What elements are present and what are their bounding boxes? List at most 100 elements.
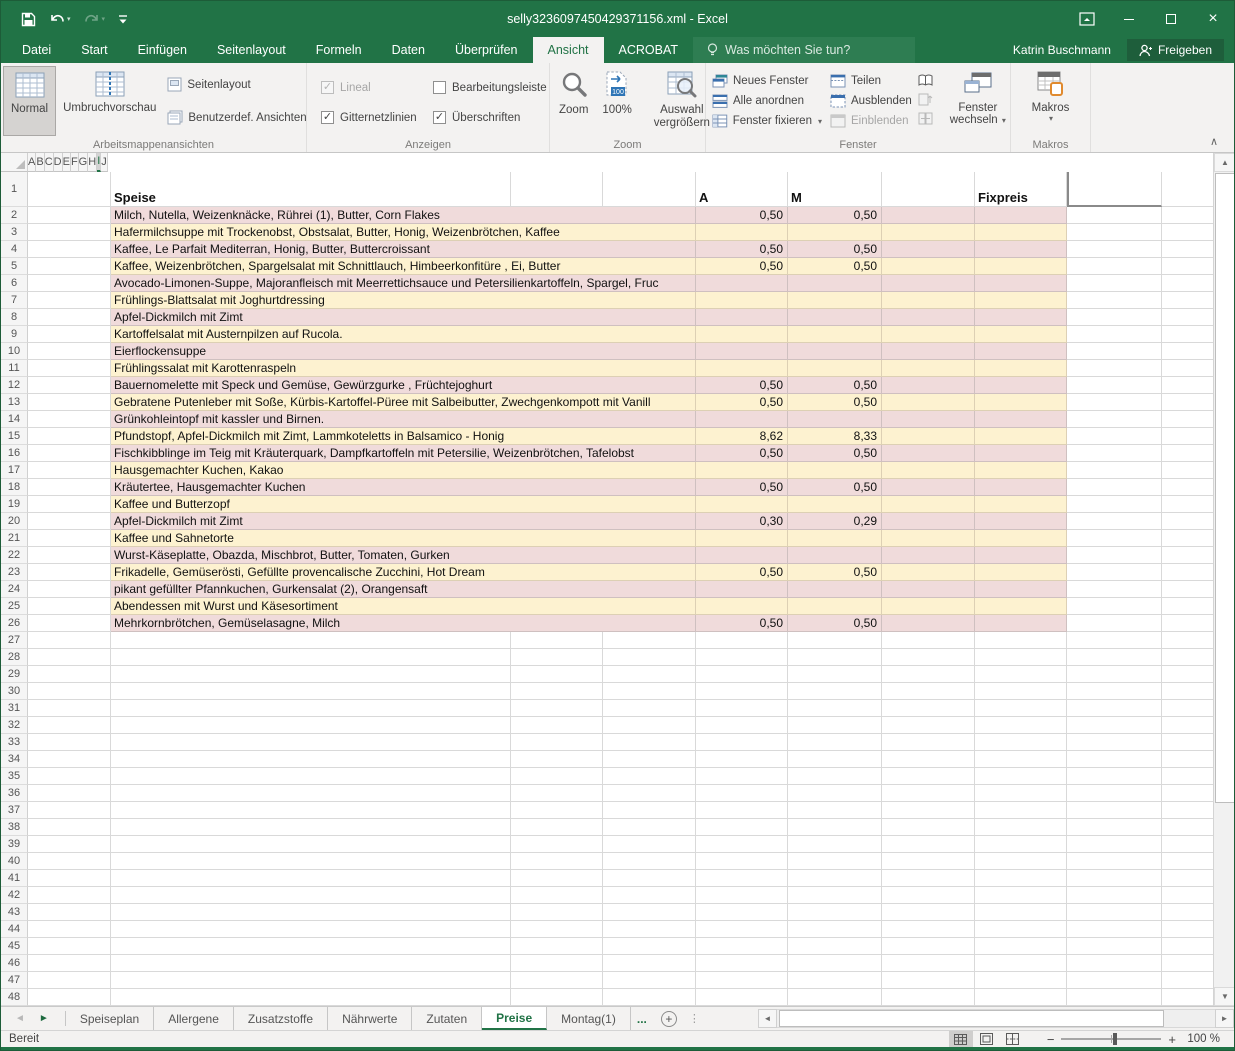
cell-j1[interactable] — [1162, 172, 1213, 207]
cell-col-i[interactable] — [1067, 258, 1162, 275]
price-m-cell[interactable] — [788, 581, 882, 598]
cell-col-i[interactable] — [1067, 377, 1162, 394]
cell-col-a[interactable] — [28, 428, 111, 445]
cell-col-i[interactable] — [1067, 343, 1162, 360]
cell-col-i[interactable] — [1067, 564, 1162, 581]
cell-col-g[interactable] — [882, 581, 975, 598]
cell-col-a[interactable] — [28, 513, 111, 530]
cell-col-j[interactable] — [1162, 258, 1213, 275]
speise-cell[interactable]: Apfel-Dickmilch mit Zimt — [111, 513, 696, 530]
ribbon-tab[interactable]: Ansicht — [533, 37, 604, 63]
fixpreis-cell[interactable] — [975, 428, 1067, 445]
cell-col-i[interactable] — [1067, 275, 1162, 292]
speise-cell[interactable]: Frühlings-Blattsalat mit Joghurtdressing — [111, 292, 696, 309]
cell-col-g[interactable] — [882, 547, 975, 564]
fixpreis-cell[interactable] — [975, 496, 1067, 513]
row-header[interactable]: 46 — [1, 955, 28, 972]
cell-col-j[interactable] — [1162, 224, 1213, 241]
scroll-down-icon[interactable]: ▼ — [1214, 987, 1235, 1006]
cell-col-j[interactable] — [1162, 581, 1213, 598]
row-header[interactable]: 22 — [1, 547, 28, 564]
page-break-preview-button[interactable]: Umbruchvorschau — [56, 66, 163, 136]
price-m-cell[interactable] — [788, 343, 882, 360]
cell-col-a[interactable] — [28, 564, 111, 581]
ribbon-tab[interactable]: ACROBAT — [604, 37, 694, 63]
price-m-cell[interactable]: 0,50 — [788, 615, 882, 632]
close-button[interactable]: × — [1192, 1, 1234, 37]
price-a-cell[interactable]: 0,50 — [696, 207, 788, 224]
ribbon-tab[interactable]: Daten — [377, 37, 440, 63]
price-m-cell[interactable]: 0,50 — [788, 445, 882, 462]
row-header[interactable]: 12 — [1, 377, 28, 394]
fixpreis-cell[interactable] — [975, 343, 1067, 360]
row-header[interactable]: 38 — [1, 819, 28, 836]
price-a-cell[interactable] — [696, 462, 788, 479]
speise-cell[interactable]: Abendessen mit Wurst und Käsesortiment — [111, 598, 696, 615]
cell-col-a[interactable] — [28, 615, 111, 632]
price-a-cell[interactable]: 0,50 — [696, 258, 788, 275]
cell-col-a[interactable] — [28, 258, 111, 275]
cell-col-j[interactable] — [1162, 343, 1213, 360]
price-a-cell[interactable] — [696, 275, 788, 292]
speise-cell[interactable]: Hafermilchsuppe mit Trockenobst, Obstsal… — [111, 224, 696, 241]
ribbon-display-options-button[interactable] — [1066, 1, 1108, 37]
column-header[interactable]: H — [88, 153, 97, 172]
price-m-cell[interactable] — [788, 496, 882, 513]
column-header[interactable]: B — [36, 153, 44, 172]
cell-c1[interactable] — [511, 172, 603, 207]
price-m-cell[interactable] — [788, 530, 882, 547]
new-sheet-button[interactable]: + — [661, 1007, 677, 1030]
row-header[interactable]: 30 — [1, 683, 28, 700]
cell-col-a[interactable] — [28, 224, 111, 241]
formula-bar-checkbox[interactable]: Bearbeitungsleiste — [433, 81, 547, 94]
cell-col-i[interactable] — [1067, 462, 1162, 479]
select-all-corner[interactable] — [1, 153, 28, 172]
macros-button[interactable]: Makros ▾ — [1025, 66, 1077, 136]
scroll-up-icon[interactable]: ▲ — [1214, 153, 1235, 172]
view-side-by-side-icon[interactable] — [918, 74, 933, 87]
row-header[interactable]: 17 — [1, 462, 28, 479]
cell-col-g[interactable] — [882, 411, 975, 428]
cell-col-a[interactable] — [28, 292, 111, 309]
cell-col-g[interactable] — [882, 462, 975, 479]
cell-col-g[interactable] — [882, 496, 975, 513]
normal-view-shortcut[interactable] — [949, 1031, 973, 1047]
save-icon[interactable] — [21, 12, 36, 27]
cell-col-j[interactable] — [1162, 615, 1213, 632]
speise-cell[interactable]: Kaffee, Weizenbrötchen, Spargelsalat mit… — [111, 258, 696, 275]
row-header[interactable]: 4 — [1, 241, 28, 258]
zoom-100-button[interactable]: 100 100% — [595, 66, 638, 136]
price-a-cell[interactable]: 0,50 — [696, 241, 788, 258]
fixpreis-cell[interactable] — [975, 530, 1067, 547]
undo-caret-icon[interactable]: ▾ — [67, 15, 71, 23]
price-m-cell[interactable]: 0,29 — [788, 513, 882, 530]
cell-col-i[interactable] — [1067, 224, 1162, 241]
speise-cell[interactable]: pikant gefüllter Pfannkuchen, Gurkensala… — [111, 581, 696, 598]
cell-col-i[interactable] — [1067, 360, 1162, 377]
customize-qat-button[interactable] — [118, 13, 128, 25]
vertical-scrollbar-thumb[interactable] — [1215, 173, 1235, 803]
cell-col-i[interactable] — [1067, 428, 1162, 445]
cell-col-a[interactable] — [28, 581, 111, 598]
horizontal-scrollbar-thumb[interactable] — [779, 1010, 1164, 1027]
zoom-level[interactable]: 100 % — [1184, 1033, 1220, 1045]
speise-cell[interactable]: Wurst-Käseplatte, Obazda, Mischbrot, But… — [111, 547, 696, 564]
cell-g1[interactable] — [882, 172, 975, 207]
row-header[interactable]: 19 — [1, 496, 28, 513]
more-sheets-indicator[interactable]: ... — [631, 1007, 653, 1030]
maximize-button[interactable] — [1150, 1, 1192, 37]
speise-cell[interactable]: Hausgemachter Kuchen, Kakao — [111, 462, 696, 479]
scroll-left-icon[interactable]: ◄ — [758, 1009, 777, 1028]
cell-col-g[interactable] — [882, 360, 975, 377]
row-header[interactable]: 3 — [1, 224, 28, 241]
ribbon-tab[interactable]: Einfügen — [123, 37, 202, 63]
price-m-cell[interactable]: 0,50 — [788, 394, 882, 411]
row-header[interactable]: 26 — [1, 615, 28, 632]
price-a-cell[interactable] — [696, 598, 788, 615]
row-header[interactable]: 43 — [1, 904, 28, 921]
price-m-cell[interactable] — [788, 224, 882, 241]
cell-speise-header[interactable]: Speise — [111, 172, 511, 207]
speise-cell[interactable]: Kaffee und Butterzopf — [111, 496, 696, 513]
cell-d1[interactable] — [603, 172, 696, 207]
fixpreis-cell[interactable] — [975, 207, 1067, 224]
